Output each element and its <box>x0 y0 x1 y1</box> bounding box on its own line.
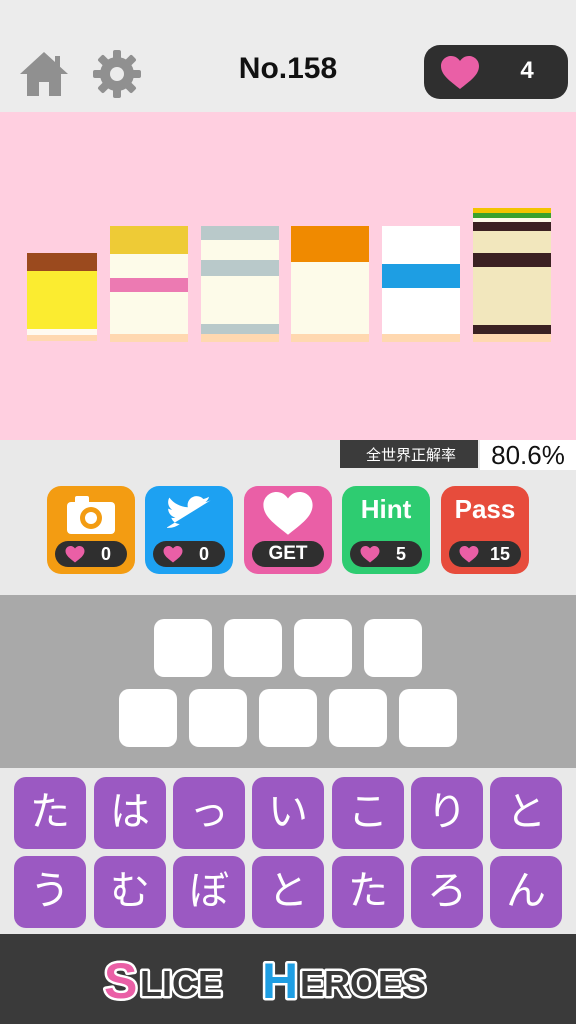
puzzle-image <box>0 112 576 440</box>
slice-6 <box>473 208 551 342</box>
get-hearts-button[interactable]: GET <box>244 486 332 574</box>
twitter-button[interactable]: 0 <box>145 486 233 574</box>
heart-icon <box>459 546 479 563</box>
letter-key[interactable]: む <box>94 856 166 928</box>
stats-value: 80.6% <box>480 440 576 470</box>
pass-button[interactable]: Pass 15 <box>441 486 529 574</box>
answer-area <box>0 595 576 768</box>
letter-key[interactable]: た <box>332 856 404 928</box>
camera-icon <box>67 496 115 534</box>
twitter-icon <box>167 496 211 528</box>
answer-slot[interactable] <box>189 689 247 747</box>
heart-icon <box>163 546 183 563</box>
letter-key[interactable]: と <box>252 856 324 928</box>
answer-slot[interactable] <box>154 619 212 677</box>
camera-button[interactable]: 0 <box>47 486 135 574</box>
twitter-count: 0 <box>198 544 209 564</box>
answer-slot[interactable] <box>119 689 177 747</box>
svg-text:H: H <box>262 953 298 1006</box>
letter-key[interactable]: は <box>94 777 166 849</box>
letter-key[interactable]: う <box>14 856 86 928</box>
slice-5 <box>382 226 460 342</box>
heart-icon <box>441 56 479 89</box>
camera-cost: 0 <box>55 541 127 567</box>
heart-icon <box>65 546 85 563</box>
hearts-count: 4 <box>520 57 534 84</box>
answer-slot[interactable] <box>259 689 317 747</box>
home-icon[interactable] <box>16 46 72 102</box>
hint-button[interactable]: Hint 5 <box>342 486 430 574</box>
twitter-cost: 0 <box>153 541 225 567</box>
slice-2 <box>110 226 188 342</box>
letter-key[interactable]: ぼ <box>173 856 245 928</box>
heart-icon <box>360 546 380 563</box>
answer-slot[interactable] <box>364 619 422 677</box>
svg-text:S: S <box>104 953 137 1006</box>
camera-count: 0 <box>100 544 111 564</box>
stats-label: 全世界正解率 <box>366 446 457 464</box>
get-hearts-label: GET <box>252 541 324 567</box>
slice-heroes-logo: S LICE H EROES <box>102 951 429 1007</box>
pass-label: Pass <box>454 494 516 524</box>
hint-cost: 5 <box>350 541 422 567</box>
letter-key[interactable]: い <box>252 777 324 849</box>
get-label: GET <box>268 543 308 564</box>
svg-text:LICE: LICE <box>140 963 222 1004</box>
hint-count: 5 <box>395 544 406 564</box>
heart-icon <box>263 492 313 535</box>
letter-key[interactable]: り <box>411 777 483 849</box>
slice-3 <box>201 226 279 342</box>
letter-key[interactable]: た <box>14 777 86 849</box>
answer-slot[interactable] <box>329 689 387 747</box>
gear-icon[interactable] <box>89 46 145 102</box>
pass-count: 15 <box>489 544 511 564</box>
slice-1 <box>27 253 97 341</box>
answer-slot[interactable] <box>294 619 352 677</box>
hearts-counter: 4 <box>424 45 568 99</box>
hint-label: Hint <box>360 494 412 524</box>
level-number: No.158 <box>238 52 338 85</box>
answer-slot[interactable] <box>224 619 282 677</box>
svg-text:EROES: EROES <box>300 963 426 1004</box>
answer-slot[interactable] <box>399 689 457 747</box>
letter-keyboard: た は っ い こ り と う む ぼ と た ろ ん <box>0 768 576 934</box>
letter-key[interactable]: こ <box>332 777 404 849</box>
slice-4 <box>291 226 369 342</box>
letter-key[interactable]: ん <box>490 856 562 928</box>
pass-cost: 15 <box>449 541 521 567</box>
letter-key[interactable]: と <box>490 777 562 849</box>
letter-key[interactable]: ろ <box>411 856 483 928</box>
letter-key[interactable]: っ <box>173 777 245 849</box>
top-bar: No.158 4 <box>0 0 576 112</box>
